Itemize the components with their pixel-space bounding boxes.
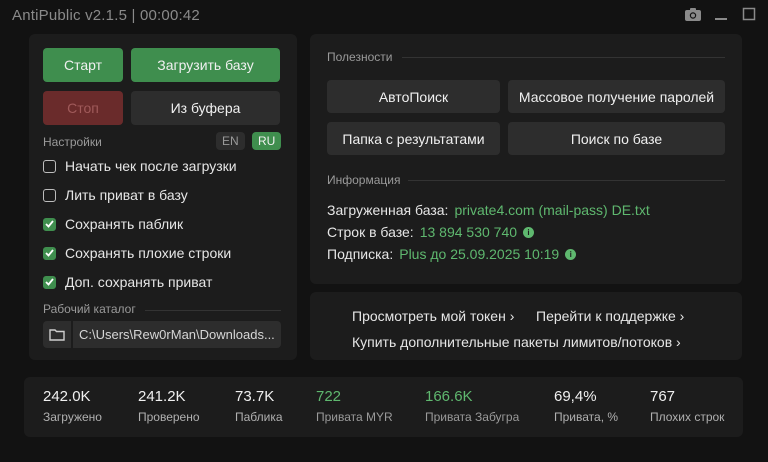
stat-private-percent: 69,4% Привата, % — [554, 388, 618, 424]
loaded-base-label: Загруженная база: — [327, 202, 449, 218]
stat-value: 242.0K — [43, 388, 91, 405]
stop-button[interactable]: Стоп — [43, 91, 123, 125]
mass-passwords-button[interactable]: Массовое получение паролей — [508, 80, 725, 113]
stat-value: 69,4% — [554, 388, 597, 405]
option-save-bad-lines[interactable]: Сохранять плохие строки — [43, 245, 231, 261]
checkbox[interactable] — [43, 188, 56, 202]
stat-label: Привата, % — [554, 410, 619, 424]
stat-value: 767 — [650, 388, 676, 405]
rows-value: 13 894 530 740 — [419, 224, 518, 240]
maximize-icon[interactable] — [740, 5, 758, 23]
stat-value: 241.2K — [138, 388, 186, 405]
stat-value: 73.7K — [235, 388, 275, 405]
divider — [402, 57, 725, 58]
stat-private-myr: 722 Привата MYR — [316, 388, 393, 424]
divider — [145, 310, 281, 311]
title-bar: AntiPublic v2.1.5 | 00:00:42 — [0, 0, 768, 30]
option-label: Доп. сохранять приват — [65, 274, 213, 290]
workdir-label: Рабочий каталог — [43, 302, 136, 316]
checkbox[interactable] — [43, 159, 56, 173]
loaded-base-value: private4.com (mail-pass) DE.txt — [454, 202, 650, 218]
option-label: Сохранять паблик — [65, 216, 184, 232]
from-clipboard-button[interactable]: Из буфера — [131, 91, 280, 125]
stat-label: Проверено — [138, 410, 200, 424]
loaded-base-row: Загруженная база: private4.com (mail-pas… — [327, 202, 650, 218]
stat-value: 722 — [316, 388, 342, 405]
camera-icon[interactable] — [684, 5, 702, 23]
subscription-value: Plus до 25.09.2025 10:19 — [399, 246, 560, 262]
option-private-to-base[interactable]: Лить приват в базу — [43, 187, 188, 203]
buy-limits-link[interactable]: Купить дополнительные пакеты лимитов/пот… — [352, 334, 681, 350]
subscription-label: Подписка: — [327, 246, 394, 262]
folder-icon[interactable] — [43, 321, 71, 348]
start-button[interactable]: Старт — [43, 48, 123, 82]
option-label: Сохранять плохие строки — [65, 245, 232, 261]
option-save-public[interactable]: Сохранять паблик — [43, 216, 183, 232]
rows-row: Строк в базе: 13 894 530 740 i — [327, 224, 535, 240]
minimize-icon[interactable] — [712, 5, 730, 23]
option-extra-save-private[interactable]: Доп. сохранять приват — [43, 274, 212, 290]
checkbox[interactable] — [43, 217, 56, 231]
autosearch-button[interactable]: АвтоПоиск — [327, 80, 500, 113]
stats-panel: 242.0K Загружено 241.2K Проверено 73.7K … — [24, 377, 743, 437]
stat-checked: 241.2K Проверено — [138, 388, 200, 424]
stat-label: Привата MYR — [316, 410, 393, 424]
rows-label: Строк в базе: — [327, 224, 414, 240]
utilities-label: Полезности — [327, 50, 393, 64]
info-icon[interactable]: i — [565, 248, 577, 260]
option-label: Лить приват в базу — [65, 187, 188, 203]
stat-label: Привата Забугра — [425, 410, 520, 424]
workdir-input[interactable]: C:\Users\Rew0rMan\Downloads... — [73, 321, 281, 348]
divider — [408, 180, 725, 181]
links-panel: Просмотреть мой токен › Перейти к поддер… — [310, 292, 742, 360]
window-title: AntiPublic v2.1.5 | 00:00:42 — [12, 7, 200, 24]
checkbox[interactable] — [43, 246, 56, 260]
stat-label: Паблика — [235, 410, 283, 424]
utilities-panel: Полезности АвтоПоиск Массовое получение … — [310, 34, 742, 284]
info-label: Информация — [327, 173, 401, 187]
stat-bad-lines: 767 Плохих строк — [650, 388, 724, 424]
search-base-button[interactable]: Поиск по базе — [508, 122, 725, 155]
option-start-check[interactable]: Начать чек после загрузки — [43, 158, 237, 174]
app-window: AntiPublic v2.1.5 | 00:00:42 Старт Загру… — [0, 0, 768, 462]
option-label: Начать чек после загрузки — [65, 158, 237, 174]
stat-public: 73.7K Паблика — [235, 388, 283, 424]
settings-label: Настройки — [43, 135, 102, 149]
lang-ru-button[interactable]: RU — [252, 132, 282, 150]
stat-label: Плохих строк — [650, 410, 725, 424]
subscription-row: Подписка: Plus до 25.09.2025 10:19 i — [327, 246, 577, 262]
control-panel: Старт Загрузить базу Стоп Из буфера Наст… — [29, 34, 297, 360]
stat-value: 166.6K — [425, 388, 473, 405]
workdir-field: C:\Users\Rew0rMan\Downloads... — [43, 321, 281, 348]
view-token-link[interactable]: Просмотреть мой токен › — [352, 308, 514, 324]
checkbox[interactable] — [43, 275, 56, 289]
load-base-button[interactable]: Загрузить базу — [131, 48, 280, 82]
lang-en-button[interactable]: EN — [216, 132, 245, 150]
info-icon[interactable]: i — [523, 226, 535, 238]
support-link[interactable]: Перейти к поддержке › — [536, 308, 684, 324]
stat-label: Загружено — [43, 410, 102, 424]
stat-loaded: 242.0K Загружено — [43, 388, 102, 424]
stat-private-abroad: 166.6K Привата Забугра — [425, 388, 519, 424]
results-folder-button[interactable]: Папка с результатами — [327, 122, 500, 155]
